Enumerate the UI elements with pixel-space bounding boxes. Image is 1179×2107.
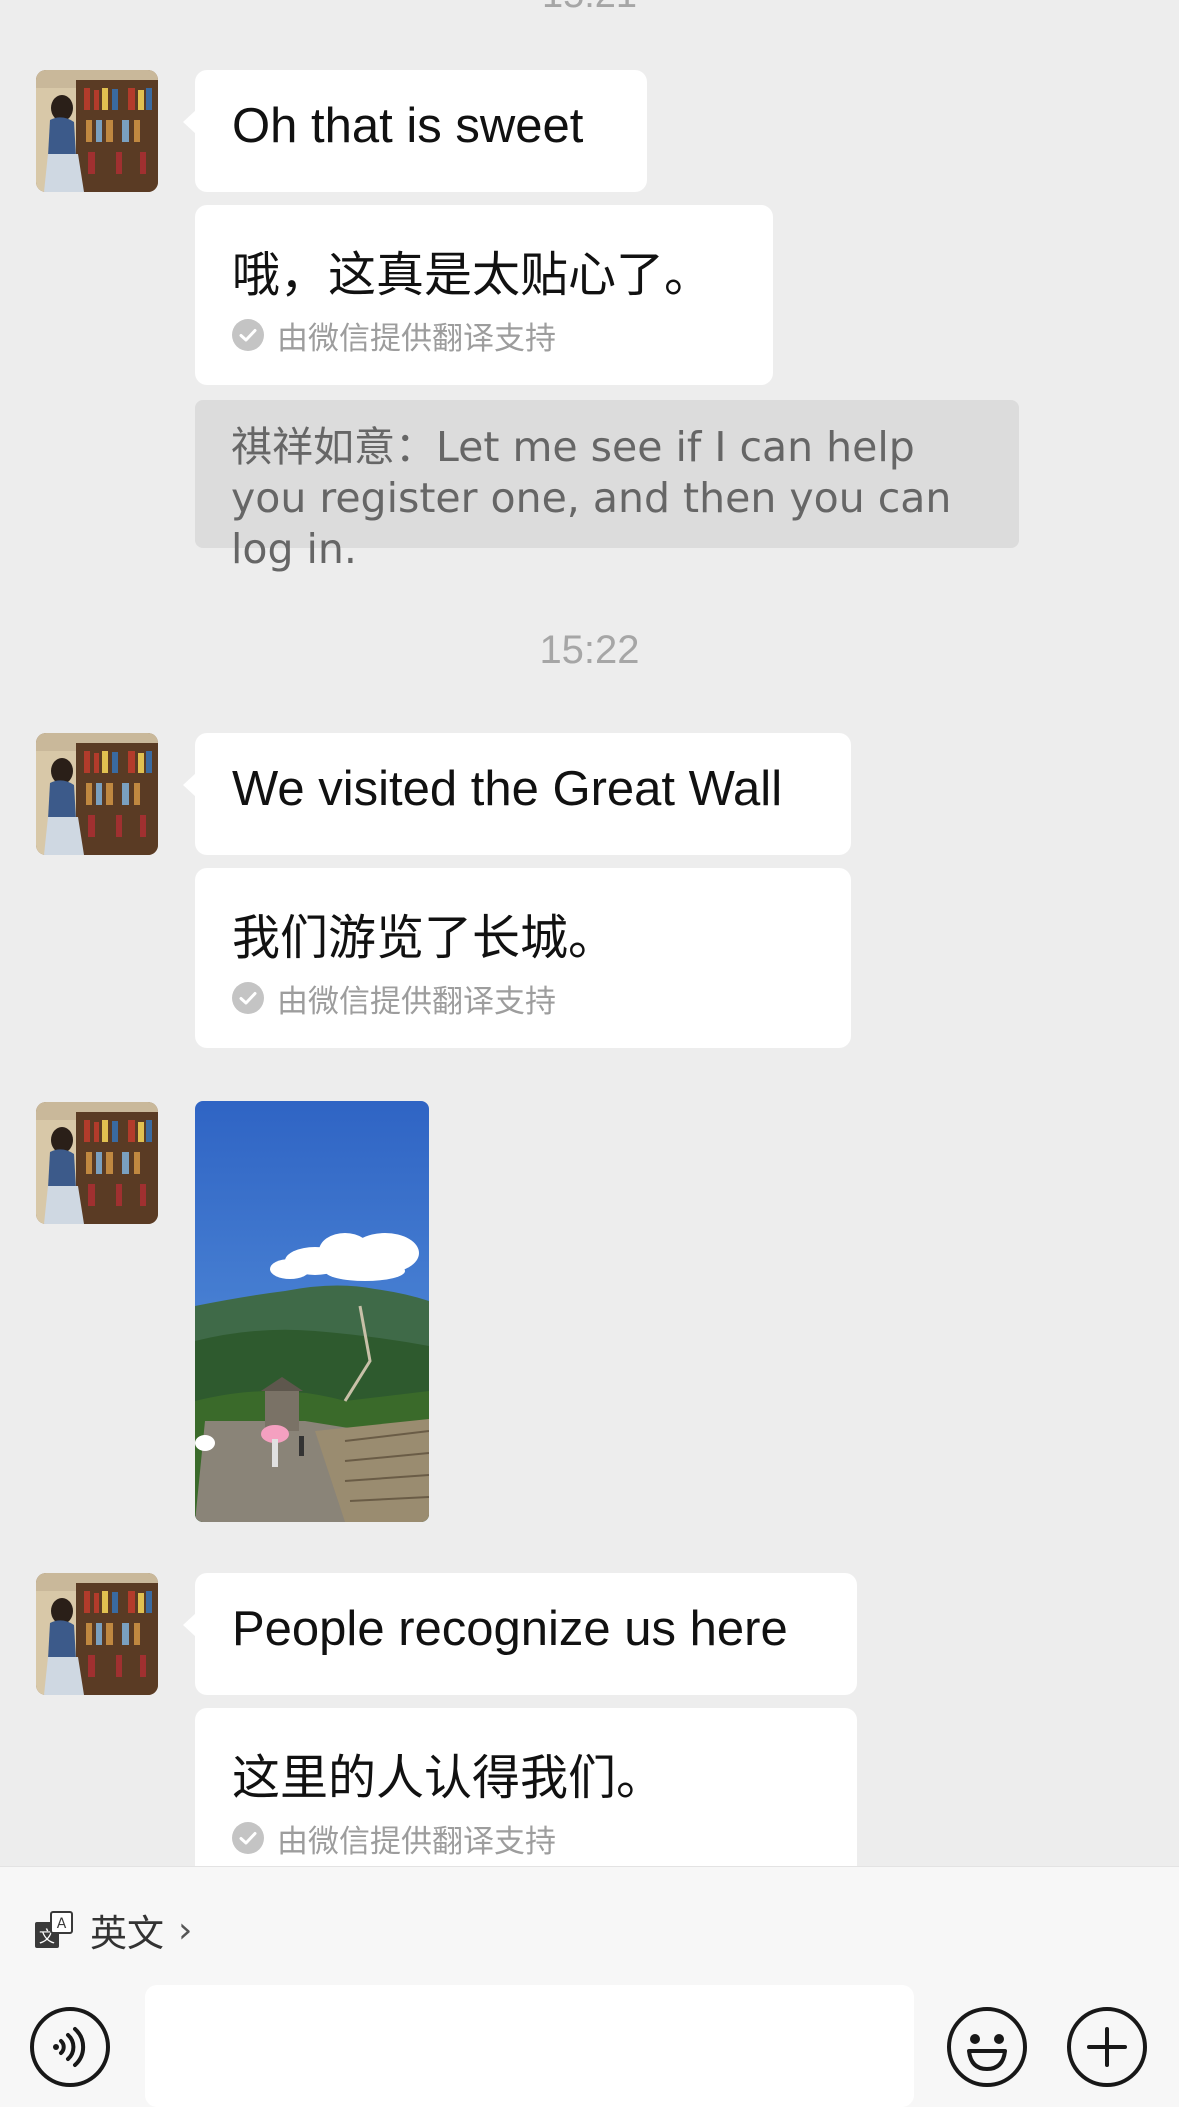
svg-text:A: A xyxy=(57,1916,67,1932)
translate-language-selector[interactable]: 文 A 英文 › xyxy=(34,1905,192,1955)
translate-icon: 文 A xyxy=(35,1911,73,1948)
emoji-icon[interactable] xyxy=(945,2005,1029,2089)
translation-bubble[interactable]: 我们游览了长城。 由微信提供翻译支持 xyxy=(195,868,851,1048)
translated-text: 这里的人认得我们。 xyxy=(232,1750,665,1806)
translation-note: 由微信提供翻译支持 xyxy=(232,317,556,357)
great-wall-photo[interactable] xyxy=(195,1101,429,1522)
check-circle-icon xyxy=(232,982,264,1014)
message-bubble[interactable]: Oh that is sweet xyxy=(183,70,647,192)
translation-note-text: 由微信提供翻译支持 xyxy=(277,1823,556,1860)
input-area: 文 A 英文 › xyxy=(0,1866,1179,2107)
translation-note: 由微信提供翻译支持 xyxy=(232,980,556,1020)
message-input[interactable] xyxy=(145,1985,914,2107)
avatar[interactable] xyxy=(36,70,158,192)
check-circle-icon xyxy=(232,319,264,351)
translation-bubble[interactable]: 哦，这真是太贴心了。 由微信提供翻译支持 xyxy=(195,205,773,385)
voice-icon[interactable] xyxy=(28,2005,112,2089)
chevron-right-icon: › xyxy=(178,1909,193,1951)
avatar[interactable] xyxy=(36,1573,158,1695)
system-message: 祺祥如意：Let me see if I can help you regist… xyxy=(195,400,1019,573)
timestamp: 15:22 xyxy=(539,628,640,672)
message-text: Oh that is sweet xyxy=(232,99,584,153)
translation-note-text: 由微信提供翻译支持 xyxy=(277,983,556,1020)
translated-text: 我们游览了长城。 xyxy=(232,910,617,966)
message-text: We visited the Great Wall xyxy=(232,762,783,816)
avatar[interactable] xyxy=(36,733,158,855)
message-text: People recognize us here xyxy=(232,1602,788,1656)
translation-note-text: 由微信提供翻译支持 xyxy=(277,320,556,357)
timestamp-top: 15:21 xyxy=(0,0,1179,17)
translation-bubble[interactable]: 这里的人认得我们。 由微信提供翻译支持 xyxy=(195,1708,857,1888)
message-bubble[interactable]: People recognize us here xyxy=(183,1573,857,1695)
language-label: 英文 xyxy=(90,1912,164,1955)
message-bubble[interactable]: We visited the Great Wall xyxy=(183,733,851,855)
plus-icon[interactable] xyxy=(1065,2005,1149,2089)
check-circle-icon xyxy=(232,1822,264,1854)
translation-note: 由微信提供翻译支持 xyxy=(232,1820,556,1860)
translated-text: 哦，这真是太贴心了。 xyxy=(232,247,713,303)
avatar[interactable] xyxy=(36,1102,158,1224)
